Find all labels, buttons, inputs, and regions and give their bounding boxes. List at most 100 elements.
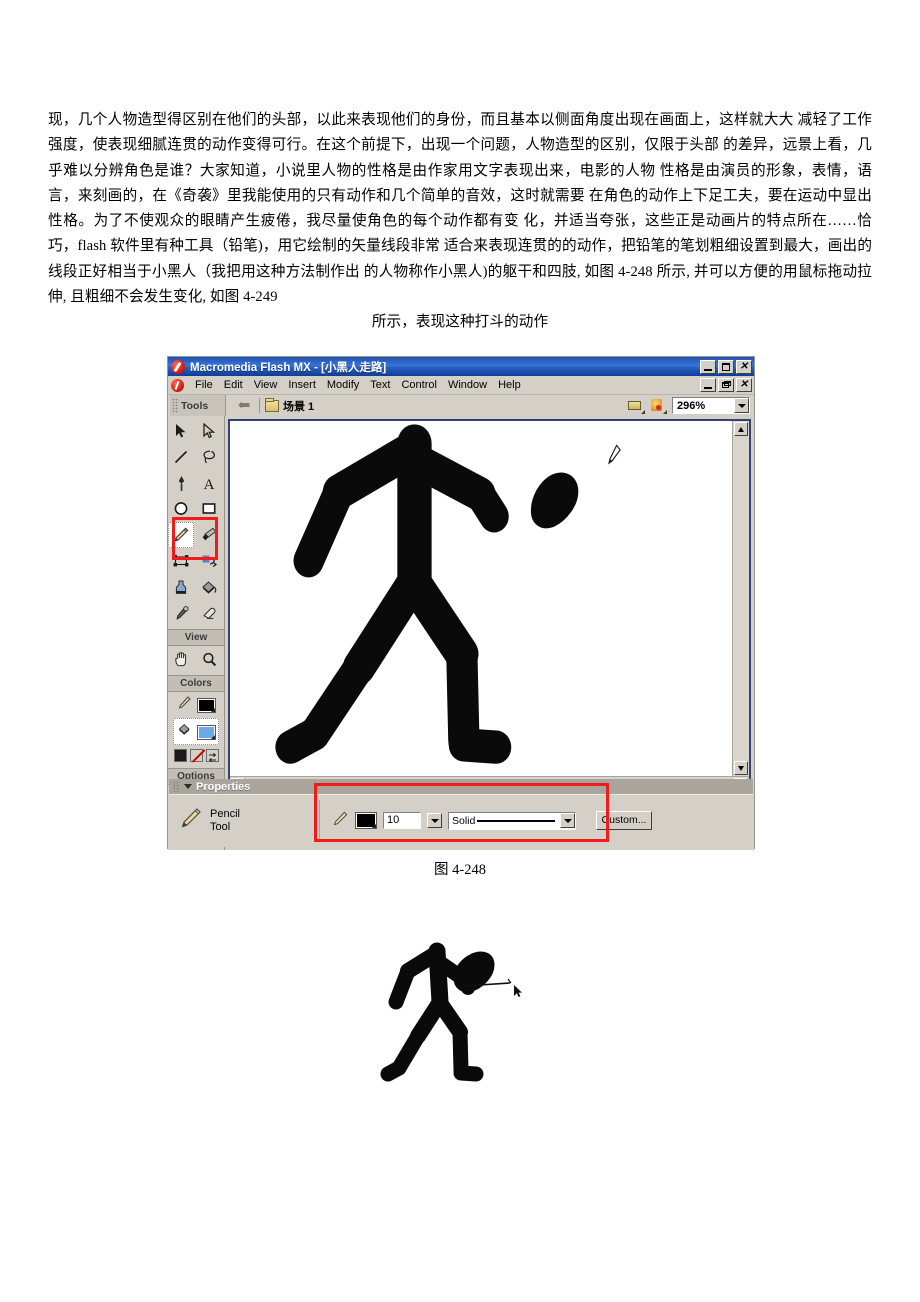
rectangle-tool-icon[interactable]: [196, 496, 222, 522]
stage-inner: [230, 421, 749, 776]
properties-panel-content: Pencil Tool 10 Solid Custom...: [169, 783, 753, 846]
tool-name-text: Pencil Tool: [210, 808, 240, 834]
tools-panel-label: Tools: [181, 399, 209, 412]
menu-item-edit[interactable]: Edit: [219, 378, 249, 392]
brush-tool-icon[interactable]: [196, 522, 222, 548]
color-modifier-row: [168, 746, 224, 765]
stroke-color-picker[interactable]: [355, 812, 377, 829]
tool-name-line2: Tool: [210, 820, 231, 833]
scene-bar: Tools ⬅ 场景 1 296%: [168, 395, 754, 416]
pencil-stroke-indicator-icon: [177, 695, 192, 715]
edit-scene-icon[interactable]: [628, 398, 645, 414]
tools-panel-header[interactable]: Tools: [170, 395, 226, 416]
maximize-button[interactable]: [718, 359, 734, 374]
paint-bucket-tool-icon[interactable]: [196, 574, 222, 600]
svg-text:A: A: [204, 477, 215, 491]
scene-bar-right: 296%: [628, 397, 754, 414]
menu-item-window[interactable]: Window: [443, 378, 493, 392]
menu-item-insert[interactable]: Insert: [283, 378, 322, 392]
menu-item-view[interactable]: View: [249, 378, 284, 392]
stroke-settings-group: 10 Solid Custom...: [332, 810, 652, 832]
view-tools-grid: [168, 646, 224, 672]
menu-item-help[interactable]: Help: [493, 378, 527, 392]
stroke-color-pencil-icon: [332, 810, 349, 832]
stage-frame: [228, 419, 751, 795]
chevron-down-icon[interactable]: [560, 813, 575, 828]
stroke-style-value: Solid: [449, 814, 476, 827]
flash-application-window: Macromedia Flash MX - [小黑人走路] ✕ File Edi…: [167, 356, 755, 850]
pencil-tool-icon[interactable]: [168, 522, 194, 548]
collapse-triangle-icon[interactable]: [184, 784, 192, 789]
stroke-style-combobox[interactable]: Solid: [448, 811, 576, 830]
vertical-scrollbar[interactable]: [732, 421, 749, 776]
scroll-up-button[interactable]: [734, 422, 748, 436]
fill-transform-tool-icon[interactable]: [196, 548, 222, 574]
line-tool-icon[interactable]: [168, 444, 194, 470]
doc-minimize-button[interactable]: [700, 378, 716, 392]
flash-logo-icon: [171, 359, 185, 374]
eraser-tool-icon[interactable]: [196, 600, 222, 626]
stroke-height-input[interactable]: 10: [383, 812, 421, 829]
arrow-cursor: [514, 985, 522, 997]
colors-section-header: Colors: [168, 675, 224, 692]
paint-bucket-fill-indicator-icon: [177, 722, 192, 742]
menu-item-control[interactable]: Control: [396, 378, 442, 392]
text-tool-icon[interactable]: A: [196, 470, 222, 496]
title-bar: Macromedia Flash MX - [小黑人走路] ✕: [168, 357, 754, 376]
figure-caption-1: 图 4-248: [434, 862, 486, 878]
doc-restore-button[interactable]: [718, 378, 734, 392]
pen-tool-icon[interactable]: [168, 470, 194, 496]
scene-name-label[interactable]: 场景 1: [283, 398, 314, 414]
drawing-canvas[interactable]: [230, 421, 732, 776]
properties-panel-header[interactable]: Properties: [169, 779, 753, 794]
lasso-tool-icon[interactable]: [196, 444, 222, 470]
stick-figure-drag-illustration: [380, 940, 550, 1105]
eyedropper-tool-icon[interactable]: [168, 600, 194, 626]
stroke-style-preview-line: [477, 819, 555, 822]
fill-color-swatch[interactable]: [196, 724, 216, 740]
window-controls: ✕: [700, 359, 752, 374]
back-arrow-icon[interactable]: ⬅: [234, 398, 254, 413]
scene-separator: [259, 398, 260, 413]
oval-tool-icon[interactable]: [168, 496, 194, 522]
menu-bar: File Edit View Insert Modify Text Contro…: [168, 376, 754, 395]
stroke-color-row: [168, 692, 224, 717]
menu-item-modify[interactable]: Modify: [322, 378, 365, 392]
properties-panel: Properties Pencil Tool 10 Solid Custom..…: [169, 779, 753, 847]
window-title: Macromedia Flash MX - [小黑人走路]: [190, 361, 387, 374]
custom-stroke-button[interactable]: Custom...: [596, 811, 652, 830]
stroke-color-swatch[interactable]: [196, 697, 216, 713]
tool-name-line1: Pencil: [210, 807, 240, 820]
arrow-tool-icon[interactable]: [168, 418, 194, 444]
panel-grip-icon[interactable]: [172, 398, 179, 413]
panel-grip-icon[interactable]: [173, 781, 180, 792]
swap-colors-icon[interactable]: [205, 749, 219, 762]
zoom-tool-icon[interactable]: [196, 646, 222, 672]
subselection-tool-icon[interactable]: [196, 418, 222, 444]
properties-divider: [319, 799, 320, 842]
properties-panel-title: Properties: [196, 780, 251, 793]
pencil-cursor: [608, 444, 621, 465]
doc-close-button[interactable]: ✕: [736, 378, 752, 392]
chevron-down-icon[interactable]: [734, 398, 749, 413]
zoom-level-combobox[interactable]: 296%: [672, 397, 750, 414]
paragraph-line: 现，几个人物造型得区别在他们的头部，以此来表现他们的身份，而且基本以侧面角度出现…: [48, 112, 794, 128]
hand-tool-icon[interactable]: [168, 646, 194, 672]
menu-item-file[interactable]: File: [190, 378, 219, 392]
no-color-icon[interactable]: [189, 749, 203, 762]
close-button[interactable]: ✕: [736, 359, 752, 374]
stroke-height-stepper[interactable]: [427, 813, 442, 828]
paragraph-last-line: 所示，表现这种打斗的动作: [371, 314, 549, 331]
view-section-header: View: [168, 629, 224, 646]
edit-symbol-icon[interactable]: [650, 398, 667, 414]
scroll-down-button[interactable]: [734, 761, 748, 775]
free-transform-tool-icon[interactable]: [168, 548, 194, 574]
minimize-button[interactable]: [700, 359, 716, 374]
ink-bottle-tool-icon[interactable]: [168, 574, 194, 600]
document-window-controls: ✕: [700, 378, 752, 392]
document-icon: [171, 378, 184, 392]
menu-item-text[interactable]: Text: [365, 378, 396, 392]
active-tool-label: Pencil Tool: [179, 806, 319, 835]
fill-color-row: [173, 718, 219, 745]
default-colors-icon[interactable]: [173, 749, 187, 762]
